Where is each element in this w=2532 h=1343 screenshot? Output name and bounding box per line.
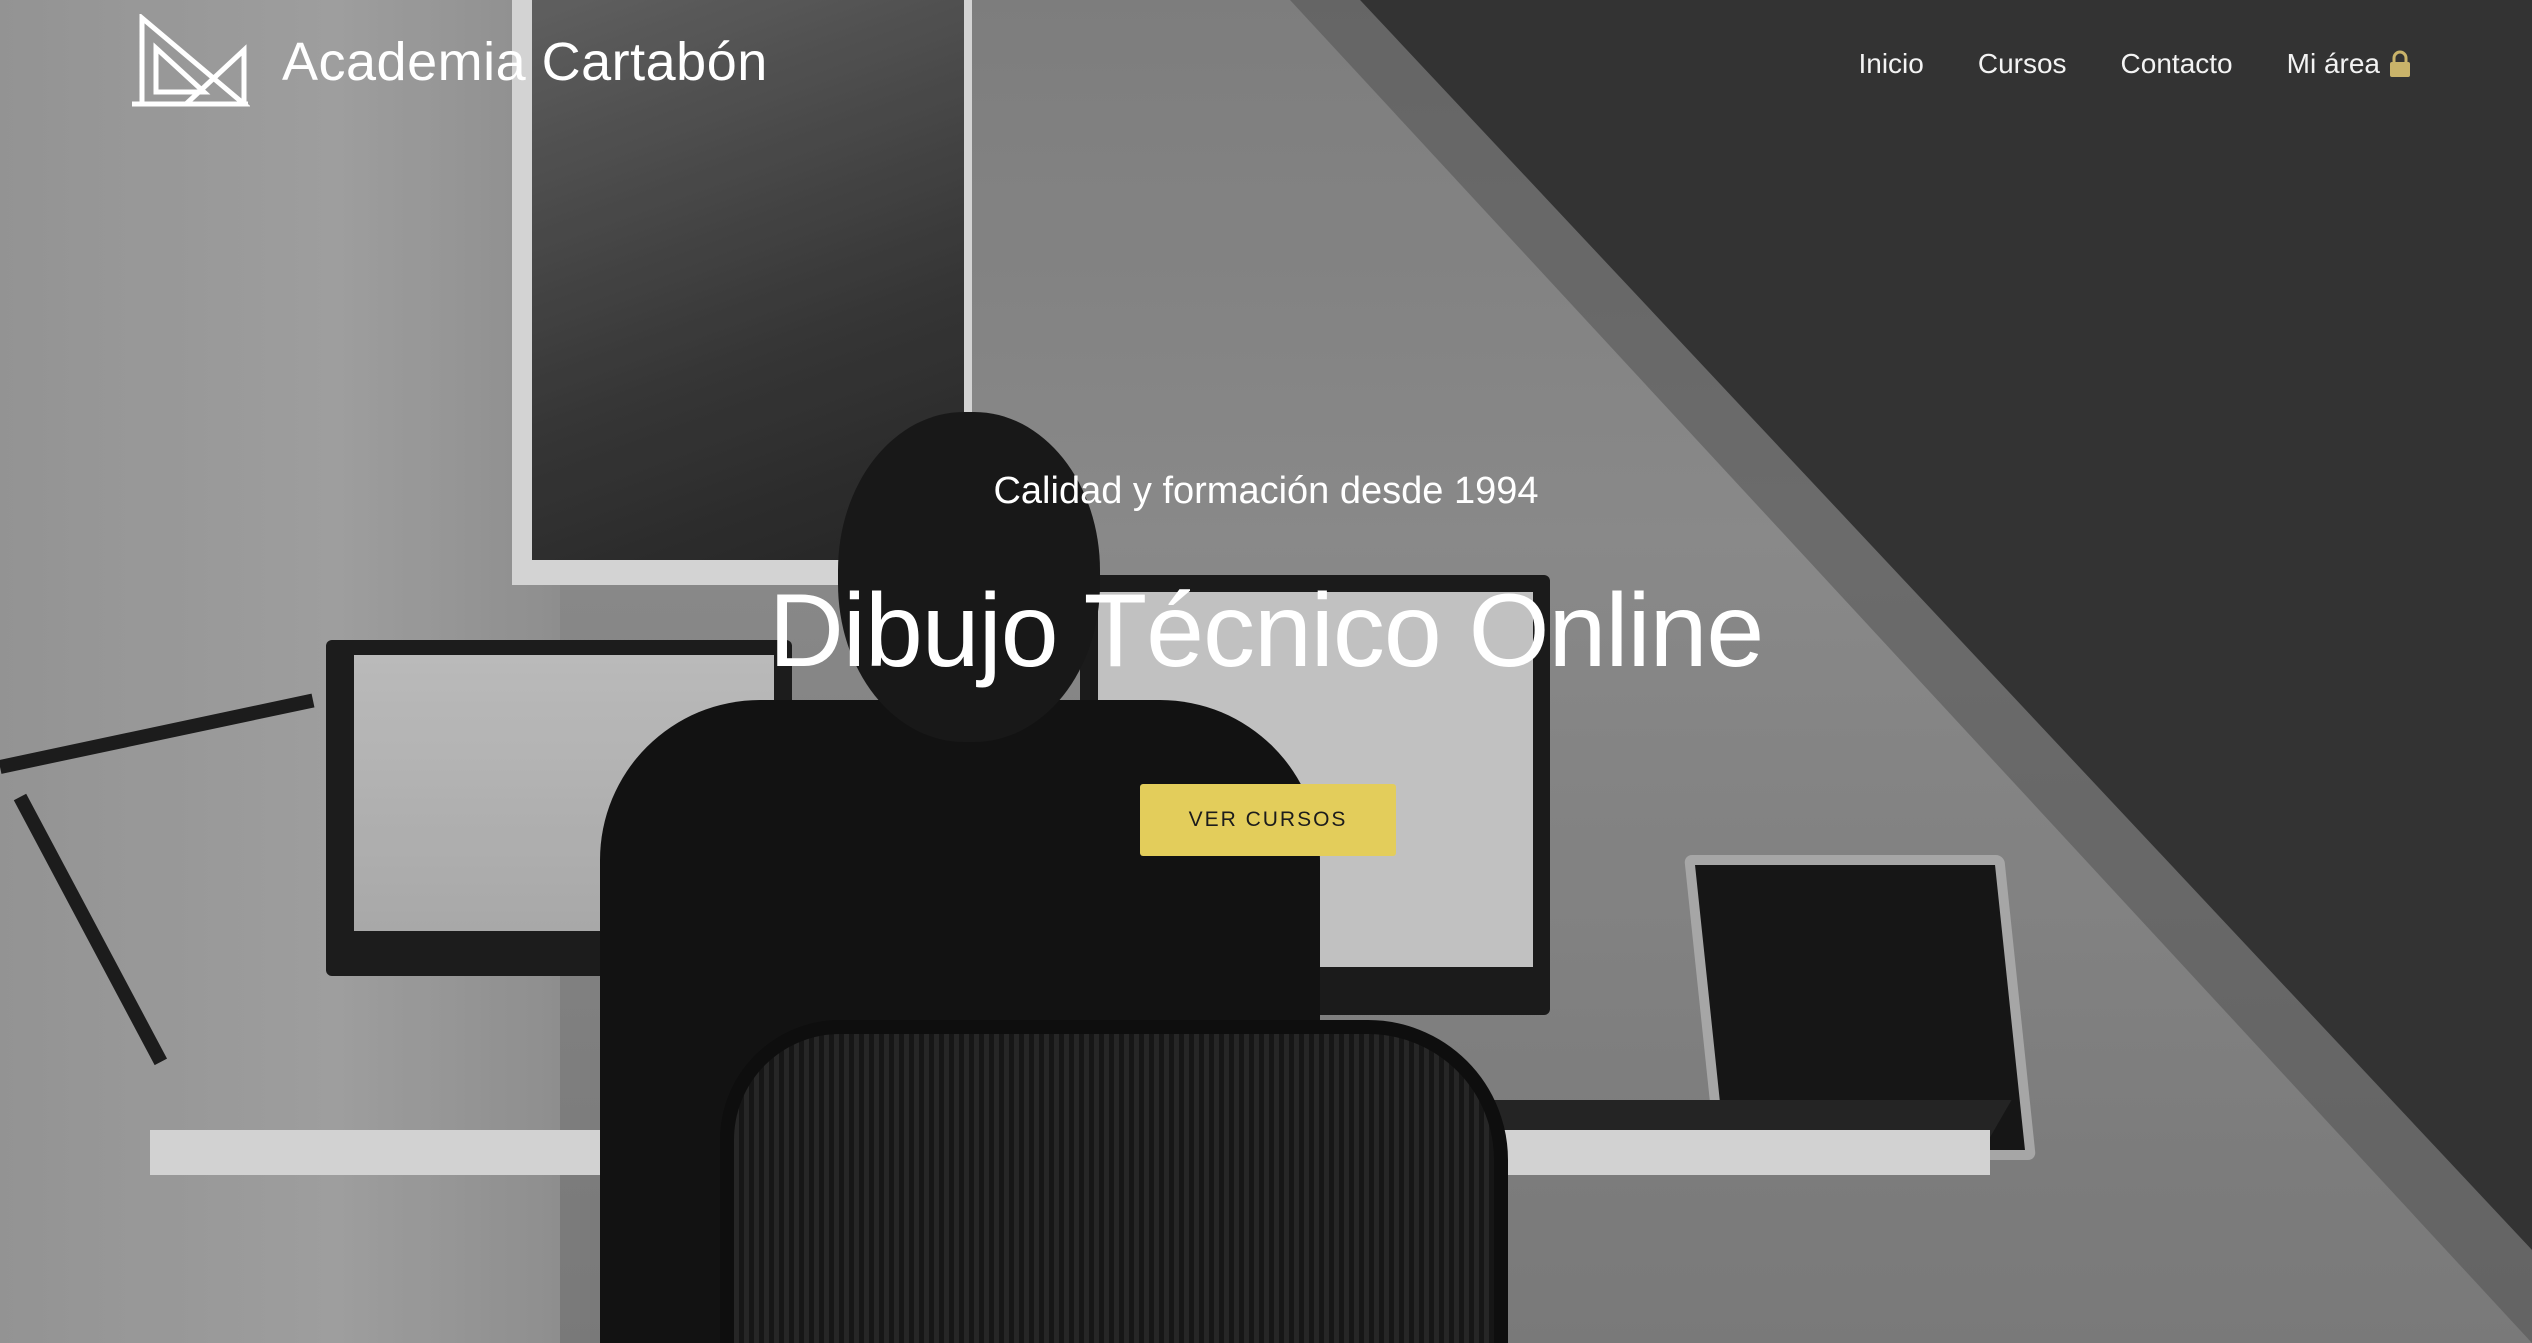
ver-cursos-button[interactable]: VER CURSOS xyxy=(1140,784,1396,856)
main-nav: Inicio Cursos Contacto Mi área xyxy=(1858,48,2412,80)
site-logo-link[interactable]: Academia Cartabón xyxy=(128,14,768,110)
hero-title: Dibujo Técnico Online xyxy=(768,573,1765,689)
site-logo-text: Academia Cartabón xyxy=(282,32,768,92)
nav-item-label: Cursos xyxy=(1977,48,2067,79)
nav-item-inicio[interactable]: Inicio xyxy=(1858,48,1923,80)
lock-icon xyxy=(2390,50,2410,77)
nav-item-label: Mi área xyxy=(2286,48,2380,79)
nav-item-cursos[interactable]: Cursos xyxy=(1978,48,2067,80)
nav-item-mi-area[interactable]: Mi área xyxy=(2287,48,2412,80)
site-header: Academia Cartabón Inicio Cursos Contacto… xyxy=(0,0,2532,135)
page: Academia Cartabón Inicio Cursos Contacto… xyxy=(0,0,2532,1343)
nav-item-label: Contacto xyxy=(2120,48,2233,79)
set-square-logo-icon xyxy=(132,14,250,107)
nav-item-label: Inicio xyxy=(1858,48,1924,79)
hero-subtitle: Calidad y formación desde 1994 xyxy=(993,470,1539,512)
hero-section: Calidad y formación desde 1994 Dibujo Té… xyxy=(0,0,2532,1343)
nav-item-contacto[interactable]: Contacto xyxy=(2121,48,2233,80)
